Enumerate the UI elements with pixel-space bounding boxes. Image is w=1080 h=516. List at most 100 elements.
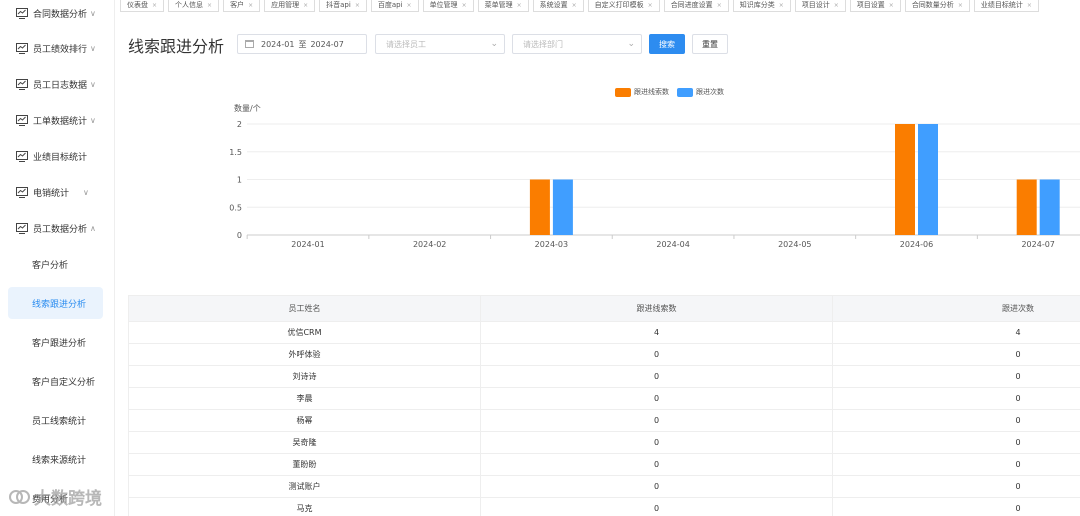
x-tick-label: 2024-01: [291, 240, 324, 249]
chevron-down-icon: ∨: [90, 79, 96, 89]
close-icon[interactable]: ×: [648, 2, 653, 9]
table-row[interactable]: 刘诗诗 0 0: [128, 366, 1080, 388]
sidebar-item-label: 员工绩效排行: [33, 44, 88, 55]
sidebar-sub-customer-followup-analysis[interactable]: 客户跟进分析: [8, 326, 103, 358]
sidebar-sub-custom-analysis[interactable]: 客户自定义分析: [8, 365, 103, 397]
sidebar-item-label: 电销统计: [33, 188, 70, 199]
tab-item[interactable]: 合同进度设置 ×: [663, 0, 729, 12]
tab-item[interactable]: 自定义打印模板 ×: [587, 0, 660, 12]
table-row[interactable]: 马克 0 0: [128, 498, 1080, 516]
watermark-logo-icon: [9, 489, 30, 504]
tab-item[interactable]: 菜单管理 ×: [477, 0, 529, 12]
close-icon[interactable]: ×: [462, 2, 467, 9]
tab-item[interactable]: 客户 ×: [223, 0, 261, 12]
tab-label: 项目设计: [801, 1, 830, 9]
close-icon[interactable]: ×: [407, 2, 412, 9]
sidebar-sub-employee-lead-stats[interactable]: 员工线索统计: [8, 404, 103, 436]
sidebar-sub-lead-source-stats[interactable]: 线索来源统计: [8, 443, 103, 475]
monitor-chart-icon: [16, 222, 28, 234]
tab-item[interactable]: 项目设置 ×: [849, 0, 901, 12]
tab-item[interactable]: 单位管理 ×: [422, 0, 474, 12]
y-tick-label: 0: [237, 231, 242, 240]
reset-button[interactable]: 重置: [692, 34, 728, 54]
close-icon[interactable]: ×: [355, 2, 360, 9]
department-select-placeholder: 请选择部门: [523, 39, 563, 49]
close-icon[interactable]: ×: [834, 2, 839, 9]
table-cell: 0: [481, 366, 833, 387]
tab-item[interactable]: 应用管理 ×: [264, 0, 316, 12]
tab-item[interactable]: 抖音api ×: [319, 0, 367, 12]
sidebar-item-performance-target[interactable]: 业绩目标统计: [0, 141, 114, 171]
x-tick-label: 2024-04: [656, 240, 689, 249]
chevron-up-icon: ∧: [90, 223, 96, 233]
sidebar-item-employee-ranking[interactable]: 员工绩效排行 ∨: [0, 33, 114, 63]
sidebar-sub-customer-analysis[interactable]: 客户分析: [8, 248, 103, 280]
tab-item[interactable]: 个人信息 ×: [168, 0, 220, 12]
table-header-cell[interactable]: 跟进线索数: [481, 296, 833, 321]
y-tick-label: 0.5: [229, 203, 242, 212]
tab-item[interactable]: 知识库分类 ×: [732, 0, 791, 12]
table-cell: 0: [1015, 438, 1021, 447]
close-icon[interactable]: ×: [152, 2, 157, 9]
monitor-chart-icon: [16, 114, 28, 126]
tab-item[interactable]: 业绩目标统计 ×: [973, 0, 1039, 12]
bar: [1016, 179, 1037, 235]
close-icon[interactable]: ×: [958, 2, 963, 9]
close-icon[interactable]: ×: [779, 2, 784, 9]
sidebar-item-employee-data[interactable]: 员工数据分析 ∧: [0, 213, 114, 243]
table-cell: 0: [481, 344, 833, 365]
table-cell: 0: [481, 476, 833, 497]
table-row[interactable]: 李晨 0 0: [128, 388, 1080, 410]
watermark-text: 大数跨境: [34, 489, 102, 509]
tab-item[interactable]: 百度api ×: [370, 0, 419, 12]
monitor-chart-icon: [16, 7, 28, 19]
tab-item[interactable]: 项目设计 ×: [794, 0, 846, 12]
close-icon[interactable]: ×: [1027, 2, 1032, 9]
close-icon[interactable]: ×: [207, 2, 212, 9]
close-icon[interactable]: ×: [717, 2, 722, 9]
close-icon[interactable]: ×: [303, 2, 308, 9]
table-row[interactable]: 优信CRM 4 4: [128, 322, 1080, 344]
table-header-cell[interactable]: 跟进次数: [833, 296, 1080, 321]
search-button[interactable]: 搜索: [649, 34, 685, 54]
bar: [552, 179, 573, 235]
date-separator: 至: [298, 39, 307, 49]
tab-label: 项目设置: [856, 1, 885, 9]
sidebar-item-telesales[interactable]: 电销统计 ∨: [0, 177, 114, 207]
close-icon[interactable]: ×: [889, 2, 894, 9]
monitor-chart-icon: [16, 78, 28, 90]
chevron-down-icon: ⌄: [490, 39, 498, 49]
sidebar-item-contract-analysis[interactable]: 合同数据分析 ∨: [0, 0, 114, 28]
close-icon[interactable]: ×: [248, 2, 253, 9]
table-row[interactable]: 外呼体验 0 0: [128, 344, 1080, 366]
date-range-picker[interactable]: 2024-01 至 2024-07: [237, 34, 367, 54]
table-row[interactable]: 吴奇隆 0 0: [128, 432, 1080, 454]
table-cell: 0: [481, 454, 833, 475]
table-row[interactable]: 董盼盼 0 0: [128, 454, 1080, 476]
tab-label: 单位管理: [429, 1, 458, 9]
calendar-icon: [245, 40, 254, 48]
table-row[interactable]: 测试账户 0 0: [128, 476, 1080, 498]
table-row[interactable]: 杨幂 0 0: [128, 410, 1080, 432]
chevron-down-icon: ∨: [90, 8, 96, 18]
sidebar-item-employee-log[interactable]: 员工日志数据 ∨: [0, 69, 114, 99]
table-cell: 0: [481, 432, 833, 453]
table-cell: 0: [1015, 482, 1021, 491]
sidebar-item-label: 员工日志数据: [33, 80, 88, 91]
tab-label: 自定义打印模板: [594, 1, 644, 9]
tab-label: 应用管理: [271, 1, 300, 9]
close-icon[interactable]: ×: [572, 2, 577, 9]
table-header-cell[interactable]: 员工姓名: [128, 296, 481, 321]
employee-select[interactable]: 请选择员工 ⌄: [375, 34, 505, 54]
tab-item[interactable]: 系统设置 ×: [532, 0, 584, 12]
close-icon[interactable]: ×: [517, 2, 522, 9]
sidebar-item-ticket-stats[interactable]: 工单数据统计 ∨: [0, 105, 114, 135]
department-select[interactable]: 请选择部门 ⌄: [512, 34, 642, 54]
sidebar-sub-lead-followup-analysis[interactable]: 线索跟进分析: [8, 287, 103, 319]
watermark: 大数跨境: [8, 484, 102, 509]
tab-bar: 仪表盘 × 个人信息 × 客户 × 应用管理 × 抖音api × 百度api × 单位管理 × 菜单管理 × 系…: [120, 0, 1080, 12]
x-tick-label: 2024-06: [900, 240, 933, 249]
table-cell: 0: [1015, 416, 1021, 425]
tab-item[interactable]: 仪表盘 ×: [120, 0, 165, 12]
tab-item[interactable]: 合同数量分析 ×: [904, 0, 970, 12]
